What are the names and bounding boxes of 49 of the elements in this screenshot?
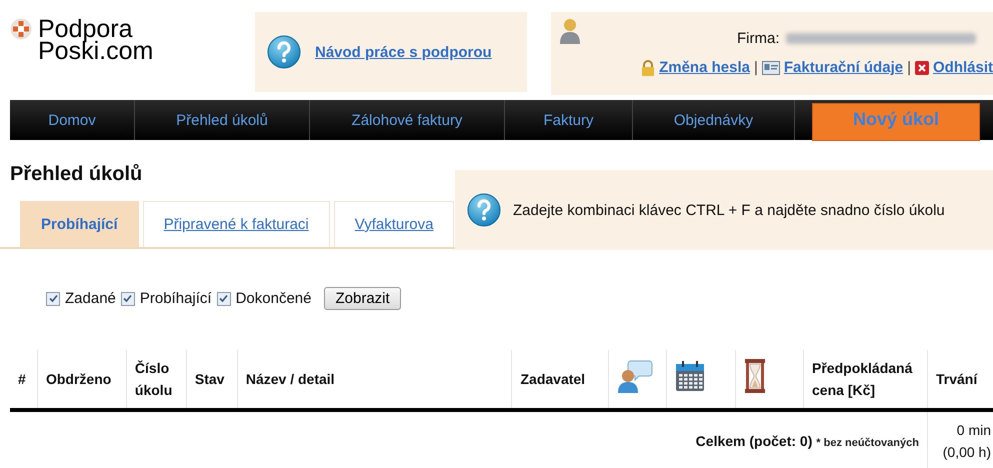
total-note: * bez neúčtovaných: [816, 437, 919, 449]
show-button[interactable]: Zobrazit: [324, 287, 401, 310]
person-speech-icon: [617, 359, 654, 393]
checkbox-label: Probíhající: [140, 290, 212, 307]
column-header: Předpokládaná cena [Kč]: [812, 360, 912, 398]
column-header: Trvání: [936, 371, 978, 387]
column-header: Zadavatel: [520, 371, 586, 387]
checkbox[interactable]: [46, 292, 60, 306]
user-link[interactable]: Změna hesla: [659, 59, 750, 76]
tab[interactable]: Připravené k fakturaci: [142, 201, 330, 247]
nav-item[interactable]: Přehled úkolů: [135, 100, 310, 140]
help-icon: [267, 35, 301, 69]
nav-item[interactable]: Objednávky: [633, 100, 795, 140]
checkbox-label: Zadané: [65, 290, 116, 307]
company-label: Firma:: [737, 30, 780, 47]
nav-item[interactable]: Zálohové faktury: [310, 100, 505, 140]
column-header: #: [18, 371, 26, 387]
separator: |: [907, 59, 911, 76]
nav-item[interactable]: Faktury: [505, 100, 633, 140]
checkmark-icon: [123, 294, 132, 303]
tab[interactable]: Vyfakturova: [334, 201, 454, 247]
duration-text: 0 min (0,00 h): [942, 422, 991, 460]
help-icon: [467, 193, 501, 227]
hourglass-icon: [744, 358, 766, 394]
nav-item[interactable]: Domov: [10, 100, 135, 140]
checkbox[interactable]: [216, 292, 231, 306]
hint-text: Zadejte kombinaci klávec CTRL + F a najděte snadno číslo úkolu: [513, 202, 945, 218]
column-header: Obdrženo: [46, 371, 112, 387]
checkbox-label: Dokončené: [236, 290, 312, 307]
column-header: Stav: [194, 371, 224, 387]
close-icon: [914, 60, 929, 74]
lock-icon: [641, 60, 656, 76]
tab[interactable]: Probíhající: [20, 201, 139, 247]
column-header: Číslo úkolu: [134, 360, 172, 398]
page-title: Přehled úkolů: [10, 163, 144, 187]
lifebuoy-icon: [10, 18, 32, 40]
calendar-icon: [675, 360, 706, 392]
guide-link[interactable]: Návod práce s podporou: [315, 44, 492, 60]
id-card-icon: [762, 60, 780, 74]
total-label: Celkem (počet: 0): [696, 433, 812, 449]
checkbox[interactable]: [120, 292, 135, 306]
logo-text: Podpora Poski.com: [38, 18, 154, 67]
checkmark-icon: [48, 294, 58, 303]
user-icon: [559, 18, 581, 44]
separator: |: [754, 59, 758, 76]
column-header: Název / detail: [246, 371, 335, 387]
user-link[interactable]: Fakturační údaje: [784, 59, 904, 76]
checkmark-icon: [219, 294, 228, 303]
user-link[interactable]: Odhlásit: [932, 59, 993, 76]
